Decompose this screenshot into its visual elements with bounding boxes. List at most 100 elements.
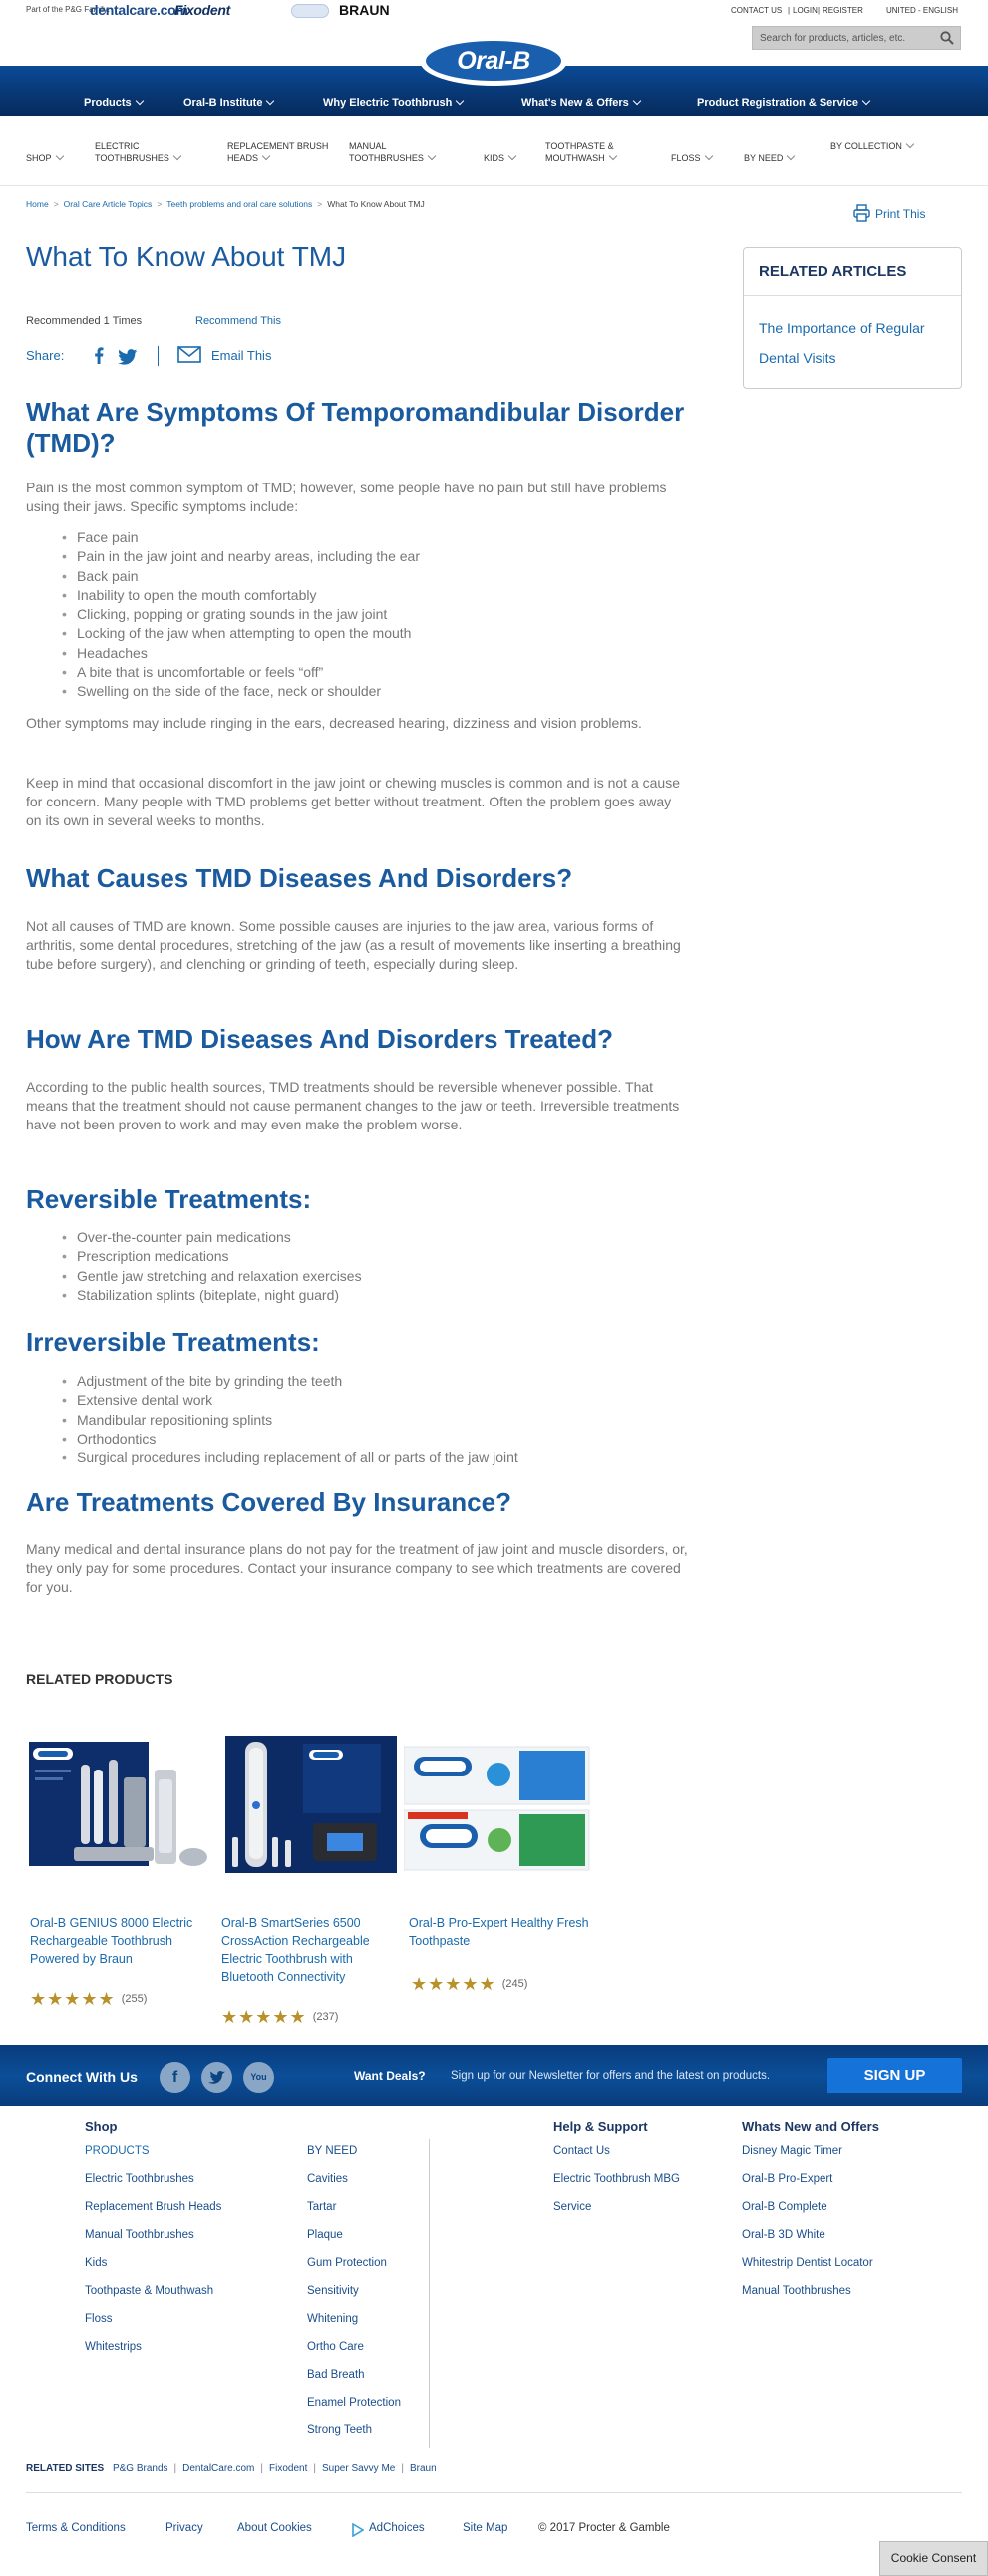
- oral-b-logo[interactable]: Oral-B: [420, 36, 567, 86]
- related-site-link[interactable]: Fixodent: [269, 2463, 307, 2474]
- irreversible-list: Adjustment of the bite by grinding the t…: [62, 1372, 715, 1468]
- footer-link[interactable]: Whitestrip Dentist Locator: [742, 2257, 873, 2269]
- footer-link[interactable]: Enamel Protection: [307, 2397, 401, 2409]
- breadcrumb-teeth-problems[interactable]: Teeth problems and oral care solutions: [166, 199, 312, 209]
- search-icon[interactable]: [940, 31, 954, 45]
- subnav-toothpaste-mouthwash[interactable]: TOOTHPASTE & MOUTHWASH: [545, 140, 660, 163]
- about-cookies-link[interactable]: About Cookies: [237, 2522, 312, 2534]
- footer-link[interactable]: Gum Protection: [307, 2257, 387, 2269]
- footer-link[interactable]: Toothpaste & Mouthwash: [85, 2285, 213, 2297]
- footer-link[interactable]: Manual Toothbrushes: [742, 2285, 851, 2297]
- crest-brand-logo[interactable]: [291, 4, 329, 18]
- chevron-down-icon: [135, 96, 144, 106]
- subnav-floss[interactable]: FLOSS: [671, 151, 713, 163]
- subnav-electric-toothbrushes[interactable]: ELECTRIC TOOTHBRUSHES: [95, 140, 209, 163]
- register-link[interactable]: REGISTER: [823, 6, 863, 15]
- divider: [744, 295, 961, 296]
- adchoices-link[interactable]: AdChoices: [369, 2522, 425, 2534]
- footer-link[interactable]: Disney Magic Timer: [742, 2145, 842, 2157]
- cookie-consent-button[interactable]: Cookie Consent: [879, 2541, 988, 2576]
- twitter-icon[interactable]: [201, 2062, 232, 2093]
- footer-link[interactable]: Electric Toothbrush MBG: [553, 2173, 680, 2185]
- footer-link[interactable]: Oral-B Complete: [742, 2201, 827, 2213]
- terms-link[interactable]: Terms & Conditions: [26, 2522, 126, 2534]
- braun-brand-link[interactable]: BRAUN: [339, 2, 390, 18]
- search-input[interactable]: Search for products, articles, etc.: [752, 26, 961, 50]
- product-image-pro-expert-toothpaste[interactable]: [404, 1745, 593, 1879]
- contact-us-link[interactable]: CONTACT US: [731, 6, 782, 15]
- footer-link[interactable]: Oral-B 3D White: [742, 2229, 825, 2241]
- list-item: Locking of the jaw when attempting to op…: [62, 624, 715, 644]
- nav-why-electric[interactable]: Why Electric Toothbrush: [323, 96, 465, 109]
- product-link-smartseries-6500[interactable]: Oral-B SmartSeries 6500 CrossAction Rech…: [221, 1914, 406, 1986]
- chevron-down-icon: [905, 139, 915, 149]
- subnav-replacement-brush-heads[interactable]: REPLACEMENT BRUSH HEADS: [227, 140, 337, 163]
- nav-products[interactable]: Products: [84, 96, 144, 109]
- footer-link[interactable]: Sensitivity: [307, 2285, 359, 2297]
- dentalcare-brand-link[interactable]: dentalcare.com: [90, 2, 188, 18]
- footer-link[interactable]: Oral-B Pro-Expert: [742, 2173, 832, 2185]
- footer-link[interactable]: Bad Breath: [307, 2369, 365, 2381]
- product-rating: ★★★★★ (237): [221, 2007, 339, 2027]
- subnav-shop[interactable]: SHOP: [26, 151, 64, 163]
- footer-link[interactable]: Strong Teeth: [307, 2424, 372, 2436]
- login-link[interactable]: LOGIN: [793, 6, 818, 15]
- subnav-manual-toothbrushes[interactable]: MANUAL TOOTHBRUSHES: [349, 140, 459, 163]
- product-link-pro-expert-toothpaste[interactable]: Oral-B Pro-Expert Healthy Fresh Toothpas…: [409, 1914, 593, 1950]
- recommend-this-link[interactable]: Recommend This: [195, 315, 281, 327]
- footer-link[interactable]: Tartar: [307, 2201, 336, 2213]
- footer-link[interactable]: Plaque: [307, 2229, 343, 2241]
- related-site-link[interactable]: DentalCare.com: [182, 2463, 254, 2474]
- adchoices-icon[interactable]: [352, 2523, 364, 2537]
- footer-link[interactable]: Floss: [85, 2313, 112, 2325]
- product-image-genius-8000[interactable]: [29, 1740, 213, 1874]
- chevron-down-icon: [632, 96, 641, 106]
- product-link-genius-8000[interactable]: Oral-B GENIUS 8000 Electric Rechargeable…: [30, 1914, 214, 1968]
- footer-link[interactable]: Manual Toothbrushes: [85, 2229, 194, 2241]
- sign-up-button[interactable]: SIGN UP: [827, 2058, 962, 2093]
- chevron-down-icon: [266, 96, 275, 106]
- fixodent-brand-link[interactable]: Fixodent: [174, 2, 230, 18]
- nav-whats-new[interactable]: What's New & Offers: [521, 96, 641, 109]
- privacy-link[interactable]: Privacy: [165, 2522, 203, 2534]
- footer-link[interactable]: Ortho Care: [307, 2341, 364, 2353]
- footer-link[interactable]: Contact Us: [553, 2145, 610, 2157]
- breadcrumb-article-topics[interactable]: Oral Care Article Topics: [64, 199, 153, 209]
- locale-selector[interactable]: UNITED - ENGLISH: [886, 6, 958, 15]
- envelope-icon[interactable]: [177, 346, 201, 363]
- footer-link[interactable]: PRODUCTS: [85, 2145, 150, 2157]
- site-map-link[interactable]: Site Map: [463, 2522, 507, 2534]
- newsletter-text: Sign up for our Newsletter for offers an…: [451, 2070, 771, 2082]
- facebook-icon[interactable]: f: [160, 2062, 190, 2093]
- subnav-kids[interactable]: KIDS: [484, 151, 517, 163]
- footer-link[interactable]: Electric Toothbrushes: [85, 2173, 194, 2185]
- print-button[interactable]: Print This: [853, 204, 925, 222]
- footer-help-title: Help & Support: [553, 2119, 648, 2134]
- facebook-icon[interactable]: [94, 347, 104, 364]
- youtube-icon[interactable]: You: [243, 2062, 274, 2093]
- list-item: Inability to open the mouth comfortably: [62, 586, 715, 606]
- heading-symptoms: What Are Symptoms Of Temporomandibular D…: [26, 397, 685, 458]
- footer-link[interactable]: Kids: [85, 2257, 107, 2269]
- footer-link[interactable]: BY NEED: [307, 2145, 357, 2157]
- nav-product-registration[interactable]: Product Registration & Service: [697, 96, 871, 109]
- footer-link[interactable]: Whitening: [307, 2313, 358, 2325]
- list-item: Back pain: [62, 567, 715, 587]
- footer-link[interactable]: Whitestrips: [85, 2341, 142, 2353]
- product-image-smartseries-6500[interactable]: [225, 1736, 400, 1875]
- related-site-link[interactable]: Super Savvy Me: [322, 2463, 395, 2474]
- email-this-link[interactable]: Email This: [211, 348, 271, 363]
- subnav-by-collection[interactable]: BY COLLECTION: [830, 139, 925, 152]
- related-article-link[interactable]: The Importance of Regular Dental Visits: [759, 313, 953, 373]
- subnav-by-need[interactable]: BY NEED: [744, 151, 796, 163]
- footer-link[interactable]: Replacement Brush Heads: [85, 2201, 221, 2213]
- nav-oral-b-institute[interactable]: Oral-B Institute: [183, 96, 275, 109]
- list-item: Stabilization splints (biteplate, night …: [62, 1286, 715, 1306]
- related-site-link[interactable]: P&G Brands: [113, 2463, 168, 2474]
- footer-link[interactable]: Cavities: [307, 2173, 348, 2185]
- breadcrumb-home[interactable]: Home: [26, 199, 49, 209]
- footer-whats-new-title: Whats New and Offers: [742, 2119, 879, 2134]
- twitter-icon[interactable]: [118, 349, 138, 365]
- footer-link[interactable]: Service: [553, 2201, 591, 2213]
- related-site-link[interactable]: Braun: [410, 2463, 437, 2474]
